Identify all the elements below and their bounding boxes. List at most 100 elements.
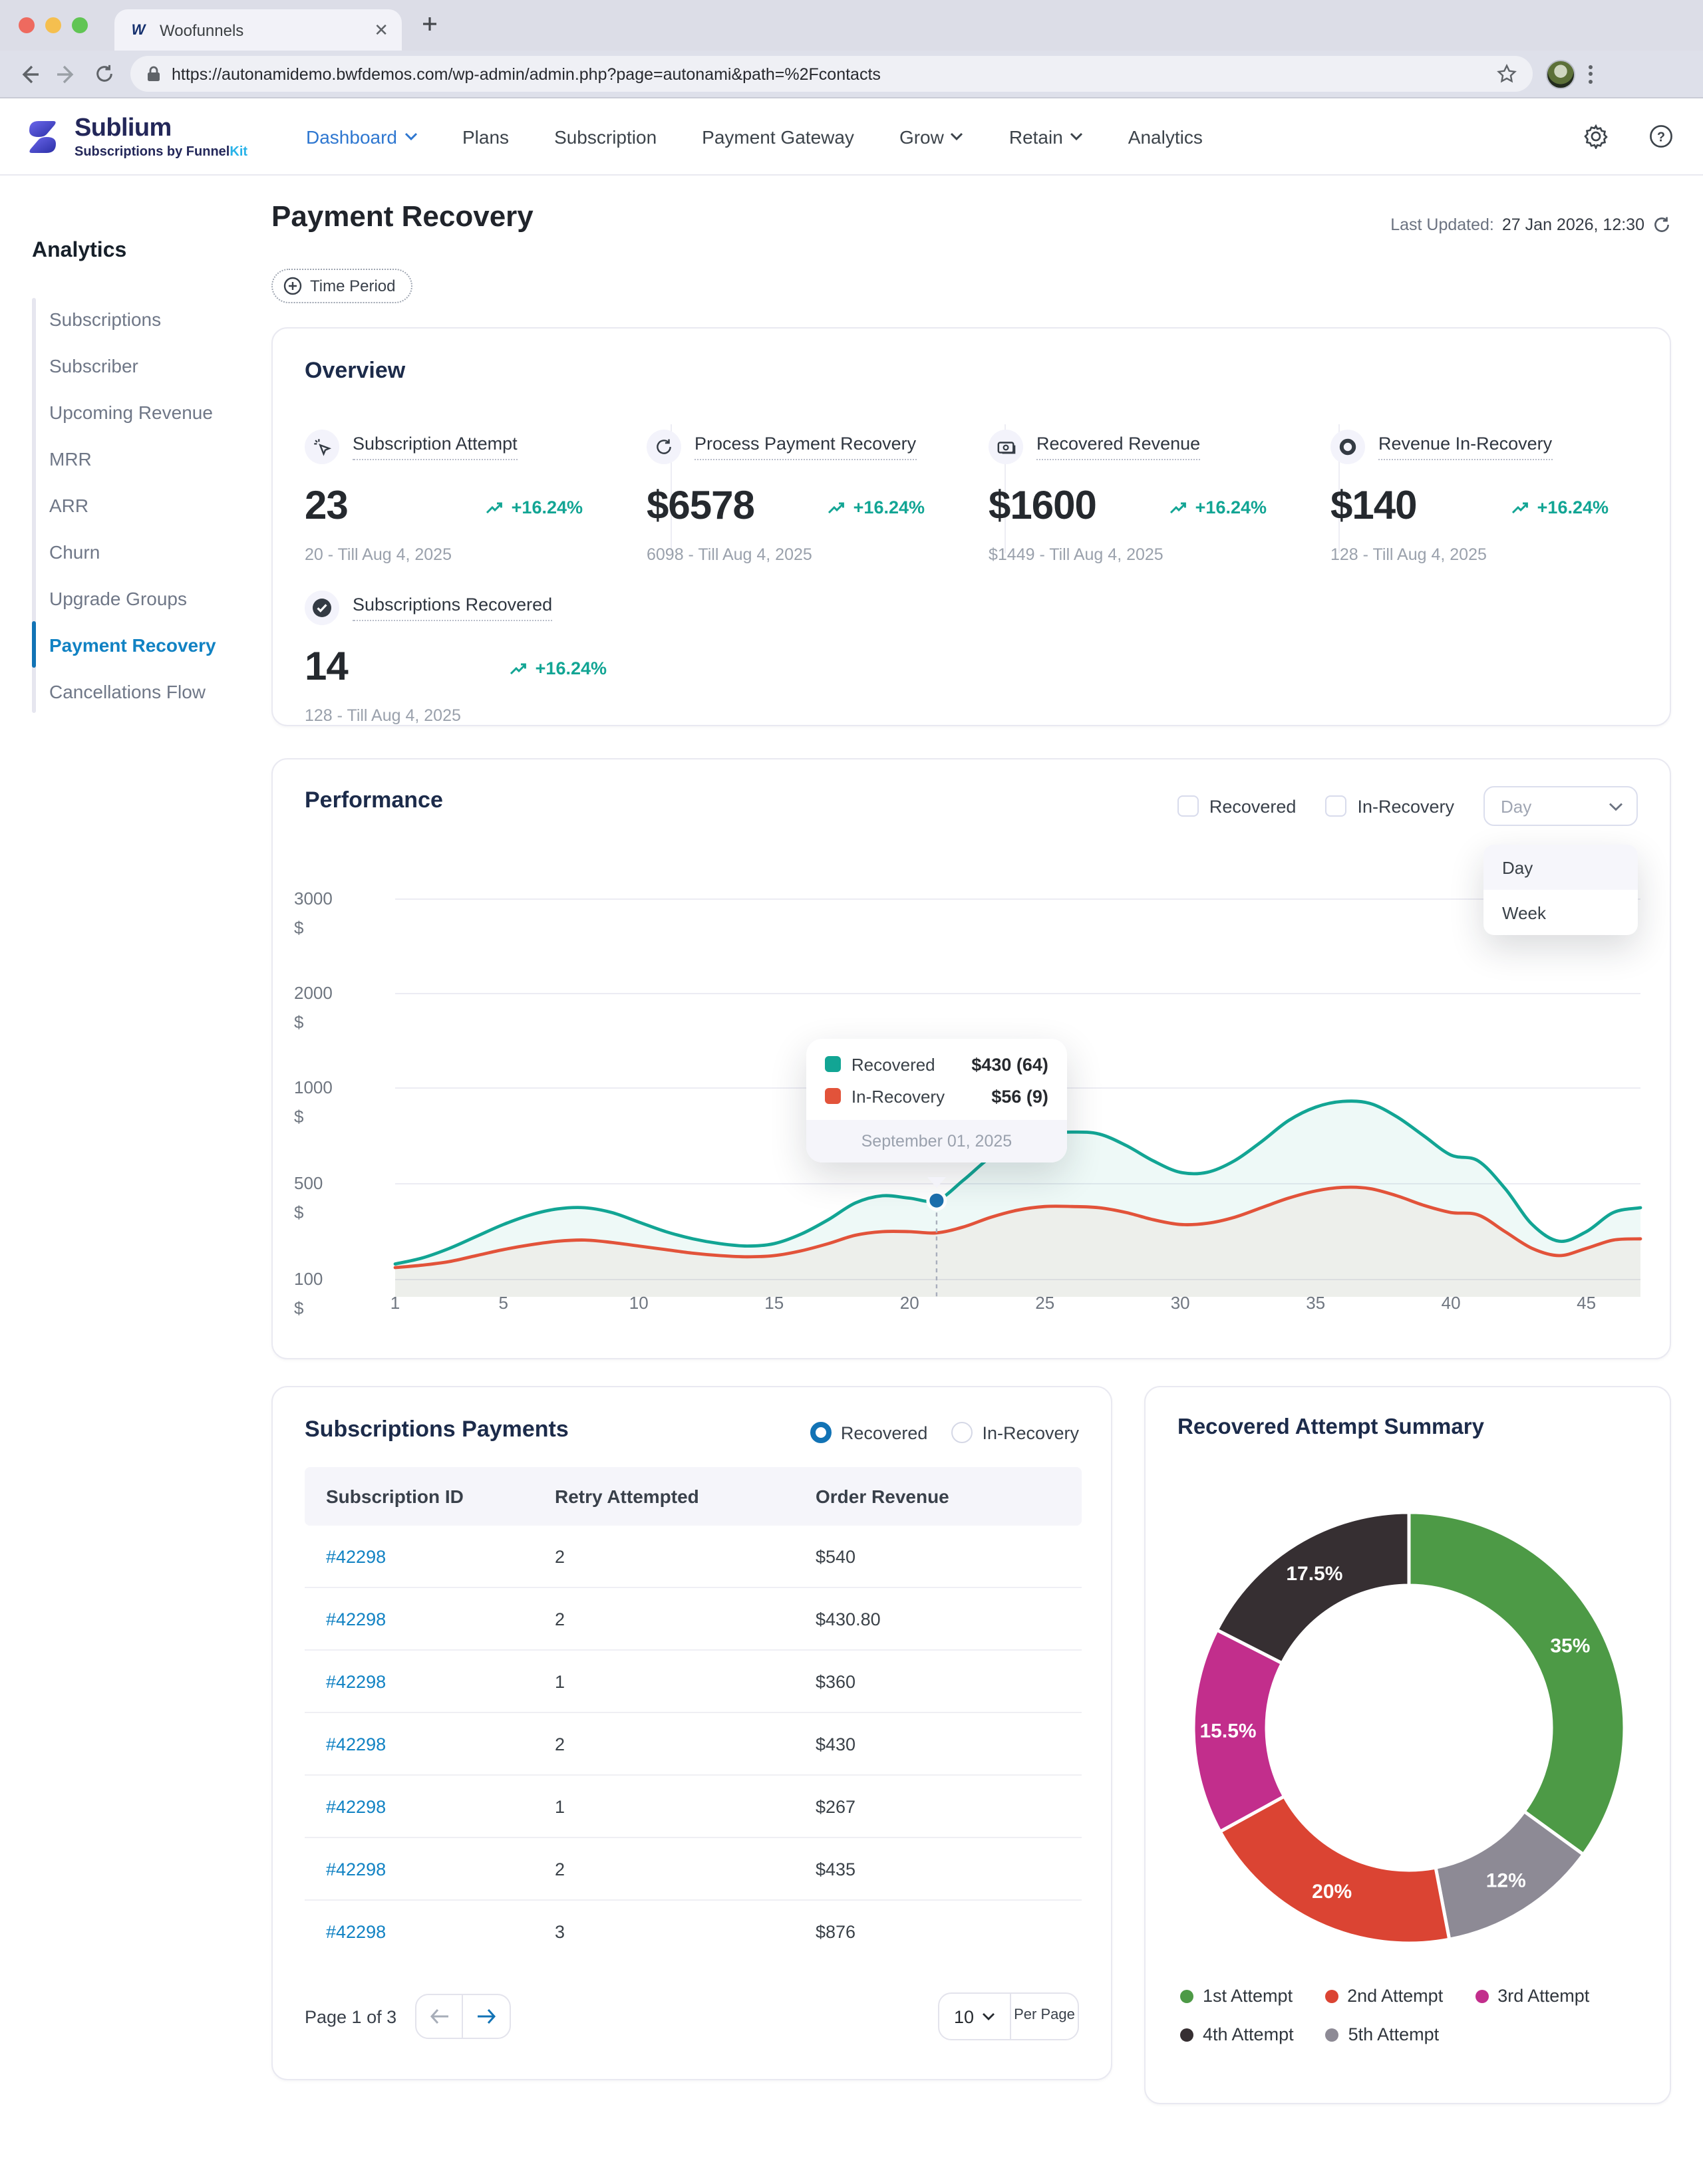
svg-text:3000: 3000 xyxy=(294,888,333,908)
close-tab-icon[interactable]: ✕ xyxy=(374,19,388,41)
subscription-link[interactable]: #42298 xyxy=(305,1922,555,1942)
ring-icon xyxy=(1330,430,1365,464)
url-bar[interactable]: https://autonamidemo.bwfdemos.com/wp-adm… xyxy=(130,56,1533,92)
next-page-button[interactable] xyxy=(463,1995,510,2038)
banknote-icon xyxy=(989,430,1023,464)
metric-subtext: 6098 - Till Aug 4, 2025 xyxy=(647,545,925,564)
browser-chrome: W Woofunnels ✕ https://autonamidemo.bwfd… xyxy=(0,0,1703,98)
trend-up-icon xyxy=(510,660,529,675)
table-row: #422982$435 xyxy=(305,1838,1082,1901)
trend-badge: +16.24% xyxy=(1170,497,1267,517)
prev-page-button[interactable] xyxy=(416,1995,463,2038)
legend-2nd-attempt: 2nd Attempt xyxy=(1324,1986,1443,2006)
screen: W Woofunnels ✕ https://autonamidemo.bwfd… xyxy=(0,0,1703,2184)
overview-title: Overview xyxy=(305,358,405,384)
page-title: Payment Recovery xyxy=(271,200,534,234)
gear-icon[interactable] xyxy=(1583,124,1609,149)
nav-subscription[interactable]: Subscription xyxy=(554,126,657,147)
metric-value: $1600 xyxy=(989,484,1096,529)
checkbox-recovered[interactable]: Recovered xyxy=(1177,795,1297,817)
arrow-right-icon xyxy=(476,2008,496,2024)
last-updated-value: 27 Jan 2026, 12:30 xyxy=(1502,215,1644,234)
brand-tagline: Subscriptions by FunnelKit xyxy=(75,144,247,159)
sidebar-item-churn[interactable]: Churn xyxy=(49,528,216,575)
dropdown-option-day[interactable]: Day xyxy=(1483,845,1638,890)
window-controls[interactable] xyxy=(19,17,88,33)
trend-badge: +16.24% xyxy=(828,497,925,517)
svg-text:$: $ xyxy=(294,1107,304,1127)
browser-menu-icon[interactable] xyxy=(1589,65,1593,83)
table-row: #422982$540 xyxy=(305,1526,1082,1588)
sidebar-item-cancellations-flow[interactable]: Cancellations Flow xyxy=(49,668,216,714)
reload-icon[interactable] xyxy=(85,64,122,84)
metric-label[interactable]: Recovered Revenue xyxy=(1036,434,1200,460)
subscription-link[interactable]: #42298 xyxy=(305,1734,555,1754)
help-icon[interactable]: ? xyxy=(1648,124,1674,149)
nav-analytics[interactable]: Analytics xyxy=(1128,126,1203,147)
legend-dot xyxy=(1326,2028,1339,2041)
chevron-down-icon xyxy=(951,132,964,141)
subscription-link[interactable]: #42298 xyxy=(305,1609,555,1629)
sidebar-item-payment-recovery[interactable]: Payment Recovery xyxy=(49,621,216,668)
tab-title: Woofunnels xyxy=(160,21,363,39)
col-order-revenue: Order Revenue xyxy=(816,1486,1055,1507)
metric-subtext: $1449 - Till Aug 4, 2025 xyxy=(989,545,1267,564)
overview-row-1: Subscription Attempt 23 +16.24% 20 - Til… xyxy=(305,411,1640,564)
nav-plans[interactable]: Plans xyxy=(462,126,509,147)
subscription-link[interactable]: #42298 xyxy=(305,1796,555,1816)
metric-label[interactable]: Revenue In-Recovery xyxy=(1378,434,1552,460)
metric-label[interactable]: Subscriptions Recovered xyxy=(353,595,552,621)
col-retry-attempted: Retry Attempted xyxy=(555,1486,816,1507)
nav-payment-gateway[interactable]: Payment Gateway xyxy=(702,126,854,147)
trend-up-icon xyxy=(828,499,847,514)
subscription-link[interactable]: #42298 xyxy=(305,1859,555,1879)
radio-recovered[interactable]: Recovered xyxy=(810,1422,928,1443)
svg-text:1000: 1000 xyxy=(294,1077,333,1097)
new-tab-icon[interactable] xyxy=(420,15,439,33)
tab-strip: W Woofunnels ✕ xyxy=(0,0,1703,51)
metric-label[interactable]: Process Payment Recovery xyxy=(695,434,916,460)
interval-dropdown[interactable]: Day xyxy=(1483,786,1638,826)
brand-logo[interactable]: Sublium Subscriptions by FunnelKit xyxy=(21,114,287,159)
legend-4th-attempt: 4th Attempt xyxy=(1180,2024,1294,2044)
sidebar-heading: Analytics xyxy=(32,239,126,263)
performance-card: Performance Recovered In-Recovery Day 30… xyxy=(271,758,1671,1359)
nav-retain[interactable]: Retain xyxy=(1009,126,1083,147)
sidebar-item-upcoming-revenue[interactable]: Upcoming Revenue xyxy=(49,388,216,435)
sidebar-item-mrr[interactable]: MRR xyxy=(49,435,216,481)
sidebar-item-arr[interactable]: ARR xyxy=(49,481,216,528)
forward-icon[interactable] xyxy=(48,63,85,84)
metric-subscriptions-recovered: Subscriptions Recovered 14 +16.24% 128 -… xyxy=(305,572,639,725)
bookmark-star-icon[interactable] xyxy=(1497,64,1517,84)
svg-text:100: 100 xyxy=(294,1269,323,1289)
refresh-icon[interactable] xyxy=(1652,215,1671,234)
chevron-down-icon xyxy=(1609,801,1623,811)
radio-in-recovery[interactable]: In-Recovery xyxy=(951,1422,1079,1443)
svg-text:?: ? xyxy=(1657,130,1665,145)
subscription-link[interactable]: #42298 xyxy=(305,1546,555,1566)
sidebar-item-subscriptions[interactable]: Subscriptions xyxy=(49,295,216,342)
payments-filter: Recovered In-Recovery xyxy=(810,1422,1079,1443)
browser-tab[interactable]: W Woofunnels ✕ xyxy=(114,9,402,51)
subscriptions-payments-card: Subscriptions Payments Recovered In-Reco… xyxy=(271,1386,1112,2080)
main-nav: Dashboard Plans Subscription Payment Gat… xyxy=(306,126,1203,147)
per-page-select[interactable]: 10 xyxy=(939,1994,1011,2039)
browser-toolbar: https://autonamidemo.bwfdemos.com/wp-adm… xyxy=(0,51,1703,98)
table-header: Subscription ID Retry Attempted Order Re… xyxy=(305,1467,1082,1526)
back-icon[interactable] xyxy=(11,63,48,84)
time-period-button[interactable]: Time Period xyxy=(271,269,413,303)
checkbox-in-recovery[interactable]: In-Recovery xyxy=(1325,795,1454,817)
sidebar-item-upgrade-groups[interactable]: Upgrade Groups xyxy=(49,575,216,621)
time-period-label: Time Period xyxy=(310,277,396,295)
dropdown-option-week[interactable]: Week xyxy=(1483,890,1638,935)
nav-dashboard[interactable]: Dashboard xyxy=(306,126,417,147)
close-window-icon xyxy=(19,17,35,33)
sidebar-item-subscriber[interactable]: Subscriber xyxy=(49,342,216,388)
nav-grow[interactable]: Grow xyxy=(899,126,964,147)
subscription-link[interactable]: #42298 xyxy=(305,1671,555,1691)
profile-avatar[interactable] xyxy=(1546,59,1575,88)
metric-label[interactable]: Subscription Attempt xyxy=(353,434,518,460)
metric-subscription-attempt: Subscription Attempt 23 +16.24% 20 - Til… xyxy=(305,411,615,564)
checkbox-icon xyxy=(1325,795,1346,817)
chevron-down-icon xyxy=(982,2012,995,2020)
